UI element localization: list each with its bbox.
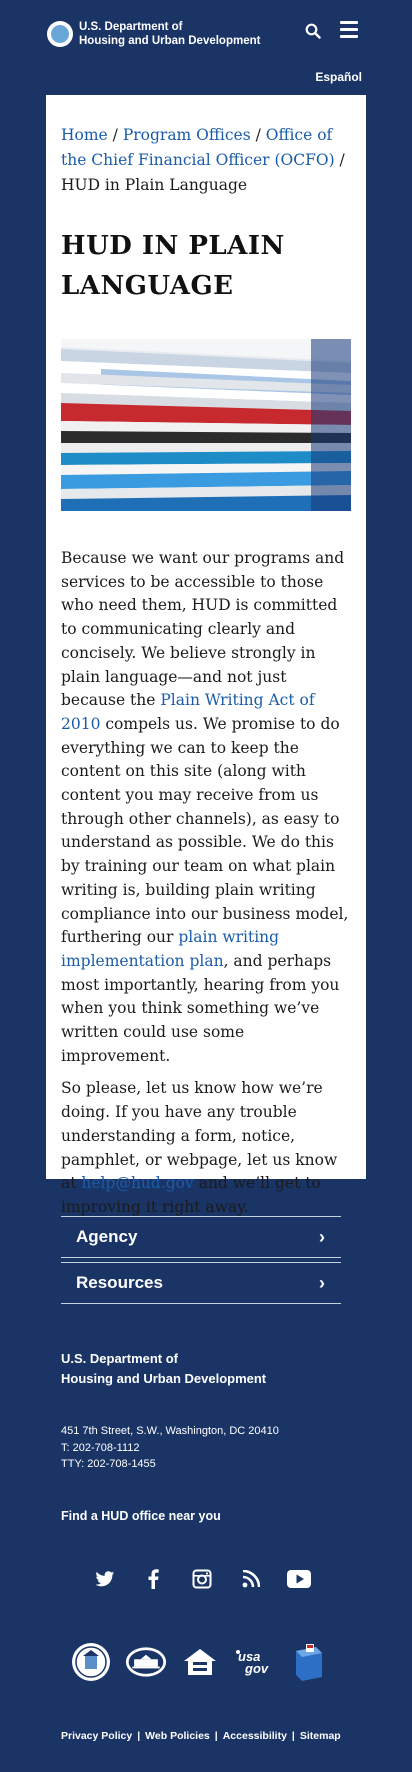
breadcrumb-separator: / [250,126,266,144]
page-title-line-1: HUD IN PLAIN [61,231,285,261]
web-policies-link[interactable]: Web Policies [145,1730,210,1742]
facebook-icon[interactable] [141,1566,167,1592]
breadcrumb-separator: / [107,126,123,144]
equal-housing-icon[interactable] [179,1641,221,1683]
help-email-link[interactable]: help@hud.gov [81,1174,193,1192]
language-toggle-link[interactable]: Español [315,70,362,84]
hud-seal-icon[interactable] [70,1641,112,1683]
page-title: HUD IN PLAIN LANGUAGE [61,226,351,306]
site-header: U.S. Department of Housing and Urban Dev… [0,0,412,70]
youtube-icon[interactable] [286,1566,312,1592]
stacked-papers-illustration [61,339,351,511]
site-logo-text[interactable]: U.S. Department of Housing and Urban Dev… [79,20,260,48]
contact-paragraph: So please, let us know how we’re doing. … [61,1077,351,1219]
footer-org-line-1: U.S. Department of [61,1351,179,1366]
body-text: Because we want our programs and service… [61,547,351,1220]
accordion-label: Resources [76,1273,163,1292]
intro-paragraph: Because we want our programs and service… [61,547,351,1068]
breadcrumb-program-offices[interactable]: Program Offices [123,126,251,144]
link-separator: | [214,1730,218,1742]
footer-org-name: U.S. Department of Housing and Urban Dev… [61,1349,266,1389]
page-title-line-2: LANGUAGE [61,271,234,301]
paragraph-text: Because we want our programs and service… [61,549,345,710]
instagram-icon[interactable] [189,1566,215,1592]
sitemap-link[interactable]: Sitemap [300,1730,341,1742]
accordion-label: Agency [76,1227,138,1246]
usagov-logo-text: usa gov [238,1649,269,1676]
hero-image-stacked-documents [61,339,351,511]
social-links [92,1565,312,1593]
chevron-right-icon: › [319,1226,325,1247]
accessibility-link[interactable]: Accessibility [223,1730,287,1742]
logo-line-1: U.S. Department of [79,21,183,33]
breadcrumb-current: HUD in Plain Language [61,176,248,194]
oig-icon[interactable] [288,1641,330,1683]
footer-address: 451 7th Street, S.W., Washington, DC 204… [61,1423,279,1473]
find-hud-office-link[interactable]: Find a HUD office near you [61,1509,221,1523]
link-separator: | [137,1730,141,1742]
paragraph-text: compels us. We promise to do everything … [61,714,349,947]
twitter-icon[interactable] [92,1566,118,1592]
white-house-icon[interactable] [125,1641,167,1683]
main-content: Home / Program Offices / Office of the C… [46,95,366,1216]
privacy-policy-link[interactable]: Privacy Policy [61,1730,132,1742]
footer-seals: usa gov [70,1640,330,1684]
footer-street-address: 451 7th Street, S.W., Washington, DC 204… [61,1425,279,1437]
breadcrumb-separator: / [334,151,345,169]
hud-logo-icon[interactable] [47,21,73,47]
logo-line-2: Housing and Urban Development [79,35,261,47]
footer-accordion-agency[interactable]: Agency › [61,1216,341,1258]
chevron-right-icon: › [319,1272,325,1293]
footer-org-line-2: Housing and Urban Development [61,1371,267,1386]
breadcrumb: Home / Program Offices / Office of the C… [61,123,351,198]
link-separator: | [291,1730,295,1742]
breadcrumb-home[interactable]: Home [61,126,108,144]
footer-accordion-resources[interactable]: Resources › [61,1262,341,1304]
search-icon[interactable] [305,23,321,39]
rss-icon[interactable] [238,1566,264,1592]
hamburger-menu-icon[interactable] [340,21,358,39]
usa-gov-icon[interactable]: usa gov [234,1641,276,1683]
footer-phone[interactable]: T: 202-708-1112 [61,1440,279,1457]
footer-tty[interactable]: TTY: 202-708-1455 [61,1456,279,1473]
footer-links: Privacy Policy | Web Policies | Accessibilit… [61,1730,341,1742]
